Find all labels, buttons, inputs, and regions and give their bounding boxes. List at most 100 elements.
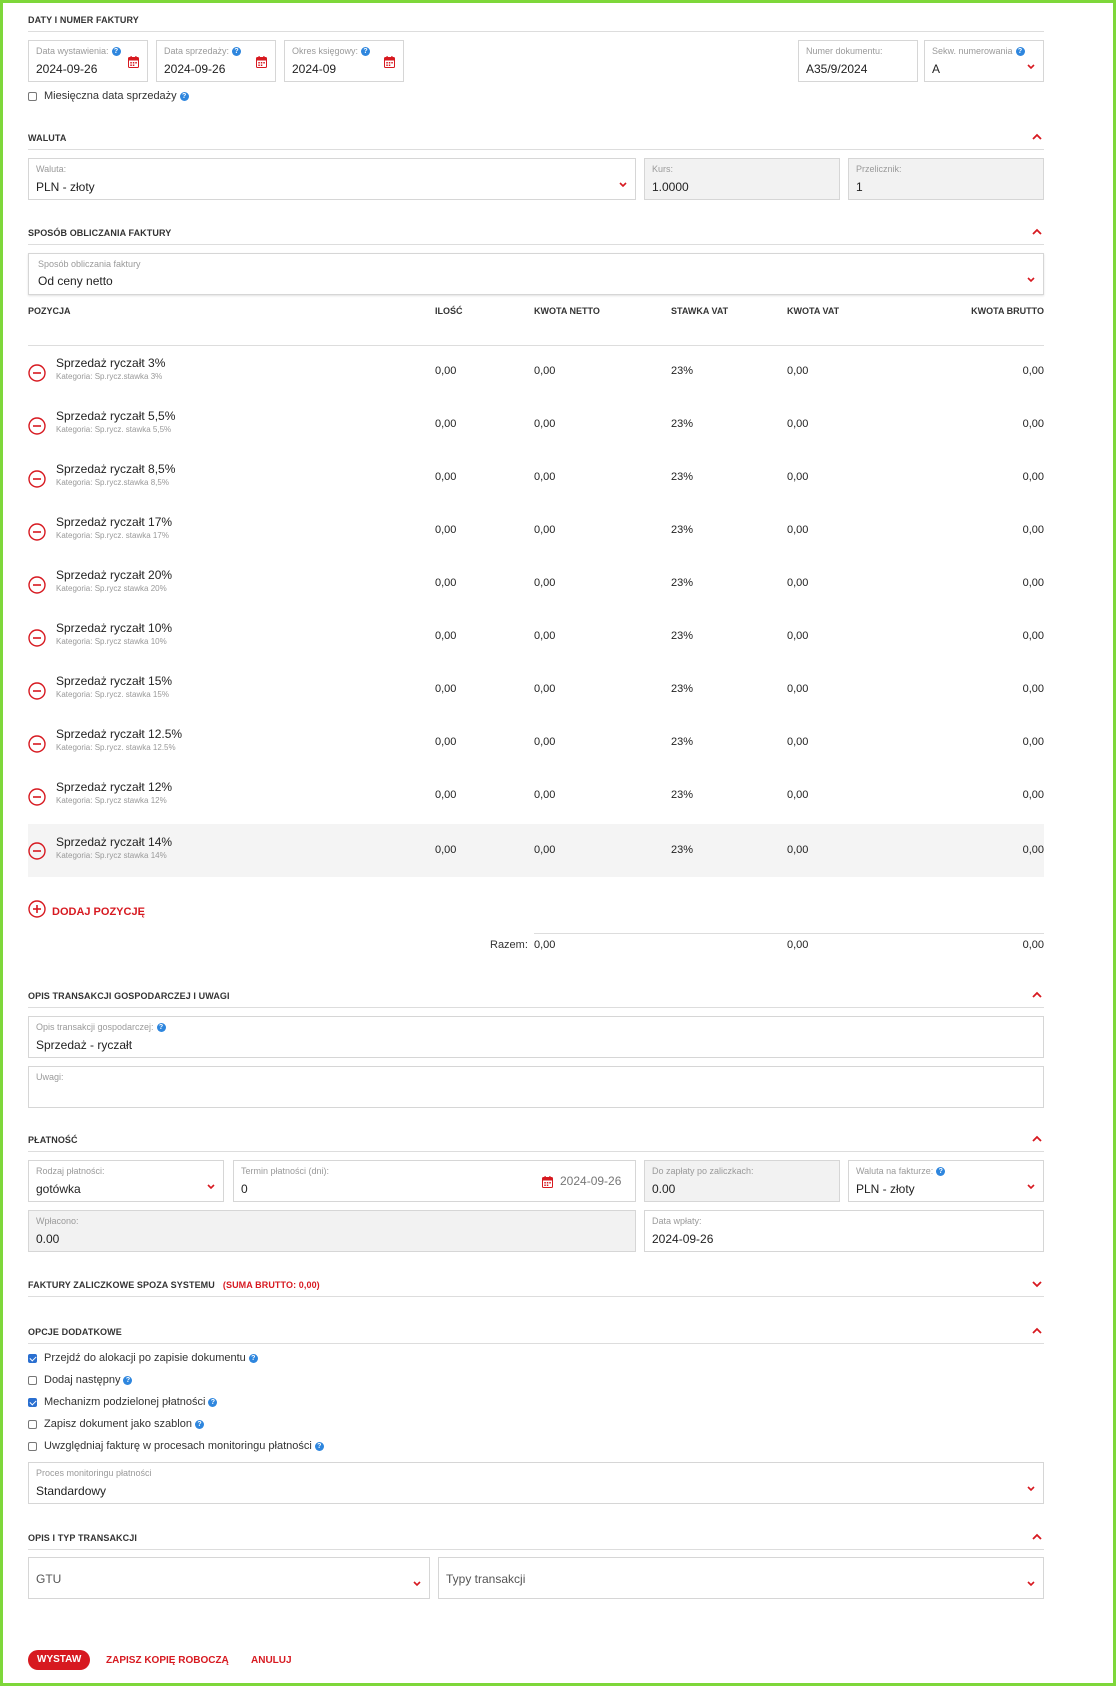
table-row[interactable]: Sprzedaż ryczałt 15% Kategoria: Sp.rycz.… xyxy=(28,665,1044,714)
position-name[interactable]: Sprzedaż ryczałt 5,5% xyxy=(56,409,175,423)
calendar-icon[interactable] xyxy=(128,55,139,73)
table-row[interactable]: Sprzedaż ryczałt 17% Kategoria: Sp.rycz.… xyxy=(28,506,1044,555)
help-icon[interactable]: ? xyxy=(208,1397,218,1407)
transaction-description-field[interactable]: Opis transakcji gospodarczej:? Sprzedaż … xyxy=(28,1016,1044,1058)
chevron-up-icon[interactable] xyxy=(1032,1135,1042,1145)
table-row[interactable]: Sprzedaż ryczałt 8,5% Kategoria: Sp.rycz… xyxy=(28,453,1044,502)
position-name[interactable]: Sprzedaż ryczałt 12.5% xyxy=(56,727,182,741)
position-net: 0,00 xyxy=(534,789,556,801)
cancel-button[interactable]: ANULUJ xyxy=(251,1655,292,1666)
checkbox-label: Miesięczna data sprzedaży xyxy=(44,90,177,102)
checkbox-label: Zapisz dokument jako szablon xyxy=(44,1418,192,1430)
help-icon[interactable]: ? xyxy=(361,47,371,56)
notes-field[interactable]: Uwagi: xyxy=(28,1066,1044,1108)
calendar-icon[interactable] xyxy=(384,55,395,73)
help-icon[interactable]: ? xyxy=(936,1167,946,1176)
chevron-down-icon[interactable] xyxy=(1032,1281,1042,1291)
position-category: Kategoria: Sp.rycz.stawka 3% xyxy=(56,372,163,381)
remove-position-icon[interactable] xyxy=(28,629,46,652)
table-row[interactable]: Sprzedaż ryczałt 14% Kategoria: Sp.rycz … xyxy=(28,824,1044,877)
help-icon[interactable]: ? xyxy=(232,47,242,56)
position-qty: 0,00 xyxy=(435,844,457,856)
chevron-up-icon[interactable] xyxy=(1032,133,1042,143)
help-icon[interactable]: ? xyxy=(1015,47,1025,56)
period-field[interactable]: Okres księgowy:? 2024-09 xyxy=(284,40,404,82)
remove-position-icon[interactable] xyxy=(28,523,46,546)
checkbox-checked[interactable] xyxy=(28,1397,37,1407)
checkbox[interactable] xyxy=(28,1375,37,1385)
payment-type-select[interactable]: Rodzaj płatności: gotówka xyxy=(28,1160,224,1202)
chevron-up-icon[interactable] xyxy=(1032,1327,1042,1337)
issue-button[interactable]: WYSTAW xyxy=(28,1650,91,1670)
position-vat-rate: 23% xyxy=(671,365,694,377)
position-vat: 0,00 xyxy=(787,418,809,430)
position-name[interactable]: Sprzedaż ryczałt 15% xyxy=(56,674,172,688)
help-icon[interactable]: ? xyxy=(194,1419,204,1429)
remove-position-icon[interactable] xyxy=(28,842,46,865)
position-name[interactable]: Sprzedaż ryczałt 8,5% xyxy=(56,462,175,476)
sale-date-field[interactable]: Data sprzedaży:? 2024-09-26 xyxy=(156,40,276,82)
position-name[interactable]: Sprzedaż ryczałt 10% xyxy=(56,621,172,635)
chevron-up-icon[interactable] xyxy=(1032,228,1042,238)
position-name[interactable]: Sprzedaż ryczałt 20% xyxy=(56,568,172,582)
remove-position-icon[interactable] xyxy=(28,788,46,811)
table-row[interactable]: Sprzedaż ryczałt 5,5% Kategoria: Sp.rycz… xyxy=(28,400,1044,449)
chevron-up-icon[interactable] xyxy=(1032,1533,1042,1543)
help-icon[interactable]: ? xyxy=(111,47,121,56)
calendar-icon[interactable] xyxy=(256,55,267,73)
position-name[interactable]: Sprzedaż ryczałt 17% xyxy=(56,515,172,529)
table-row[interactable]: Sprzedaż ryczałt 12% Kategoria: Sp.rycz … xyxy=(28,771,1044,820)
help-icon[interactable]: ? xyxy=(156,1023,166,1032)
remove-position-icon[interactable] xyxy=(28,417,46,440)
issue-date-field[interactable]: Data wystawienia:? 2024-09-26 xyxy=(28,40,148,82)
paid-date-field[interactable]: Data wpłaty: 2024-09-26 xyxy=(644,1210,1044,1252)
position-name[interactable]: Sprzedaż ryczałt 14% xyxy=(56,835,172,849)
remove-position-icon[interactable] xyxy=(28,364,46,387)
due-after-advances-field: Do zapłaty po zaliczkach: 0.00 xyxy=(644,1160,840,1202)
remove-position-icon[interactable] xyxy=(28,682,46,705)
position-name[interactable]: Sprzedaż ryczałt 12% xyxy=(56,780,172,794)
calc-method-select[interactable]: Sposób obliczania faktury Od ceny netto xyxy=(28,253,1044,295)
currency-select[interactable]: Waluta: PLN - złoty xyxy=(28,158,636,200)
position-net: 0,00 xyxy=(534,736,556,748)
add-position-button[interactable]: DODAJ POZYCJĘ xyxy=(28,900,145,923)
position-category: Kategoria: Sp.rycz.stawka 8,5% xyxy=(56,478,169,487)
payment-term-field[interactable]: Termin płatności (dni): 0 2024-09-26 xyxy=(233,1160,636,1202)
help-icon[interactable]: ? xyxy=(179,91,189,101)
checkbox[interactable] xyxy=(28,1441,37,1451)
remove-position-icon[interactable] xyxy=(28,576,46,599)
invoice-currency-select[interactable]: Waluta na fakturze:? PLN - złoty xyxy=(848,1160,1044,1202)
transaction-types-select[interactable]: Typy transakcji xyxy=(438,1557,1044,1599)
gtu-placeholder: GTU xyxy=(36,1572,62,1586)
help-icon[interactable]: ? xyxy=(123,1375,133,1385)
checkbox-checked[interactable] xyxy=(28,1353,37,1363)
position-net: 0,00 xyxy=(534,577,556,589)
calendar-icon[interactable] xyxy=(542,1175,553,1193)
checkbox[interactable] xyxy=(28,91,37,101)
sequence-select[interactable]: Sekw. numerowania? A xyxy=(924,40,1044,82)
table-row[interactable]: Sprzedaż ryczałt 10% Kategoria: Sp.rycz … xyxy=(28,612,1044,661)
checkbox[interactable] xyxy=(28,1419,37,1429)
table-row[interactable]: Sprzedaż ryczałt 3% Kategoria: Sp.rycz.s… xyxy=(28,347,1044,396)
table-row[interactable]: Sprzedaż ryczałt 12.5% Kategoria: Sp.ryc… xyxy=(28,718,1044,767)
remove-position-icon[interactable] xyxy=(28,470,46,493)
position-vat: 0,00 xyxy=(787,577,809,589)
option-allocation-checkbox[interactable]: Przejdź do alokacji po zapisie dokumentu… xyxy=(28,1352,258,1364)
doc-number-field[interactable]: Numer dokumentu: A35/9/2024 xyxy=(798,40,918,82)
monthly-sale-date-checkbox[interactable]: Miesięczna data sprzedaży? xyxy=(28,90,189,102)
help-icon[interactable]: ? xyxy=(248,1353,258,1363)
option-monitoring-checkbox[interactable]: Uwzględniaj fakturę w procesach monitori… xyxy=(28,1440,324,1452)
table-row[interactable]: Sprzedaż ryczałt 20% Kategoria: Sp.rycz … xyxy=(28,559,1044,608)
option-split-payment-checkbox[interactable]: Mechanizm podzielonej płatności? xyxy=(28,1396,218,1408)
position-name[interactable]: Sprzedaż ryczałt 3% xyxy=(56,356,165,370)
option-add-next-checkbox[interactable]: Dodaj następny? xyxy=(28,1374,133,1386)
option-template-checkbox[interactable]: Zapisz dokument jako szablon? xyxy=(28,1418,204,1430)
help-icon[interactable]: ? xyxy=(314,1441,324,1451)
gtu-select[interactable]: GTU xyxy=(28,1557,430,1599)
remove-position-icon[interactable] xyxy=(28,735,46,758)
save-draft-button[interactable]: ZAPISZ KOPIĘ ROBOCZĄ xyxy=(106,1655,229,1666)
sequence-label: Sekw. numerowania xyxy=(932,46,1013,56)
chevron-up-icon[interactable] xyxy=(1032,991,1042,1001)
monitoring-process-select[interactable]: Proces monitoringu płatności Standardowy xyxy=(28,1462,1044,1504)
divider xyxy=(28,1549,1044,1550)
